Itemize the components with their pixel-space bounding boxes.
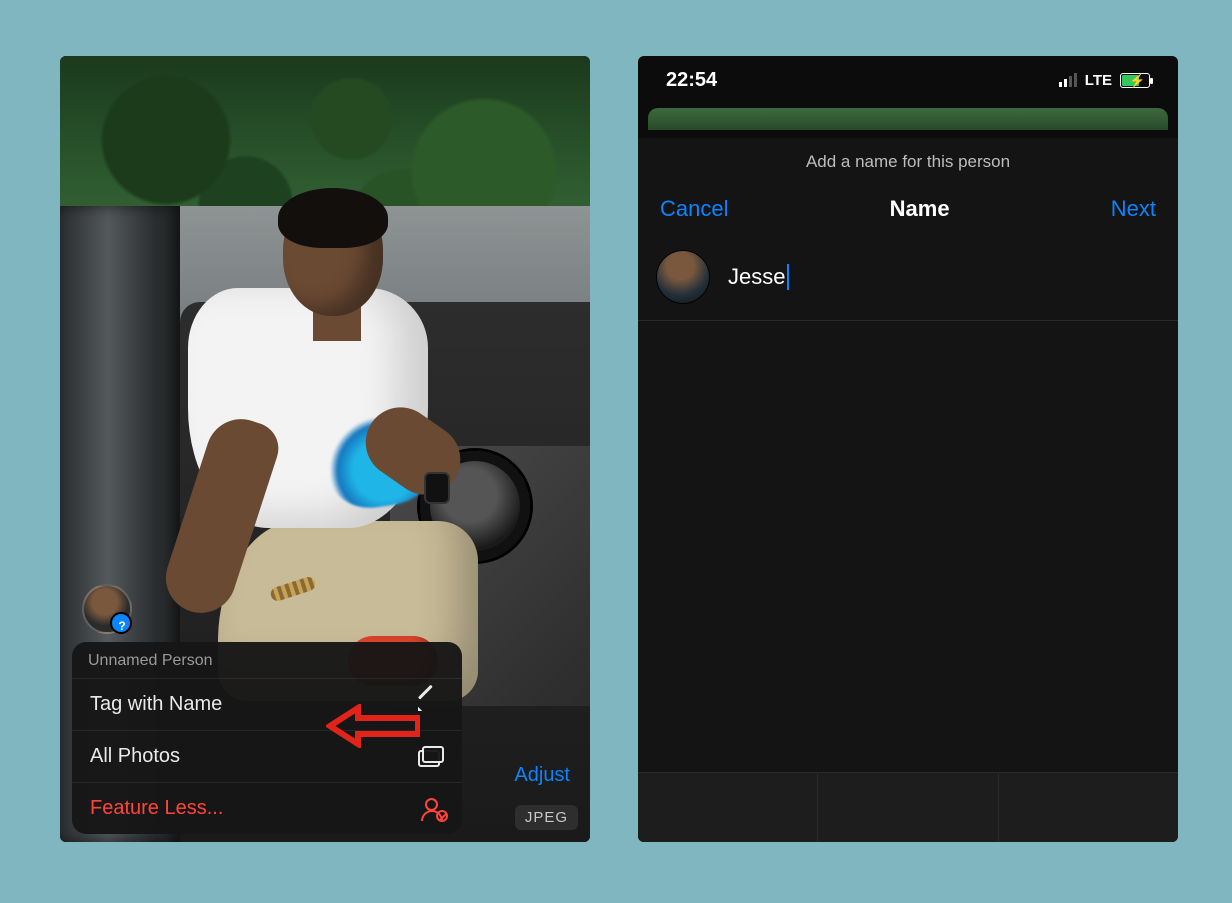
keyboard-suggestion-bar[interactable] bbox=[638, 772, 1178, 842]
status-bar: 22:54 LTE ⚡ bbox=[638, 56, 1178, 104]
menu-item-feature-less[interactable]: Feature Less... bbox=[72, 782, 462, 834]
menu-item-tag-with-name[interactable]: Tag with Name bbox=[72, 678, 462, 730]
name-input-row: Jesse bbox=[638, 240, 1178, 321]
menu-item-label: All Photos bbox=[90, 745, 180, 768]
menu-header: Unnamed Person bbox=[72, 642, 462, 678]
stack-icon bbox=[416, 746, 444, 768]
photo-person bbox=[178, 166, 498, 656]
menu-item-all-photos[interactable]: All Photos bbox=[72, 730, 462, 782]
signal-icon bbox=[1059, 73, 1077, 87]
text-caret bbox=[787, 264, 789, 290]
name-sheet: Add a name for this person Cancel Name N… bbox=[638, 138, 1178, 842]
network-label: LTE bbox=[1085, 72, 1112, 89]
cancel-button[interactable]: Cancel bbox=[660, 196, 728, 222]
format-badge: JPEG bbox=[515, 805, 578, 830]
person-slash-icon bbox=[420, 798, 444, 820]
sheet-nav: Cancel Name Next bbox=[638, 188, 1178, 240]
left-phone-screenshot: ? Unnamed Person Tag with Name All Photo… bbox=[60, 56, 590, 842]
unknown-person-badge: ? bbox=[115, 619, 129, 633]
photo-peek-strip bbox=[648, 108, 1168, 130]
detected-face-thumbnail[interactable]: ? bbox=[82, 584, 132, 634]
avatar bbox=[656, 250, 710, 304]
next-button[interactable]: Next bbox=[1111, 196, 1156, 222]
menu-item-label: Tag with Name bbox=[90, 693, 222, 716]
pencil-icon bbox=[416, 694, 444, 716]
menu-item-label: Feature Less... bbox=[90, 797, 223, 820]
battery-icon: ⚡ bbox=[1120, 73, 1150, 88]
name-input[interactable]: Jesse bbox=[728, 264, 785, 290]
sheet-subtitle: Add a name for this person bbox=[638, 138, 1178, 188]
person-context-menu: Unnamed Person Tag with Name All Photos … bbox=[72, 642, 462, 834]
sheet-title: Name bbox=[890, 196, 950, 222]
right-phone-screenshot: 22:54 LTE ⚡ Add a name for this person C… bbox=[638, 56, 1178, 842]
status-time: 22:54 bbox=[666, 69, 717, 92]
adjust-button[interactable]: Adjust bbox=[514, 764, 570, 787]
